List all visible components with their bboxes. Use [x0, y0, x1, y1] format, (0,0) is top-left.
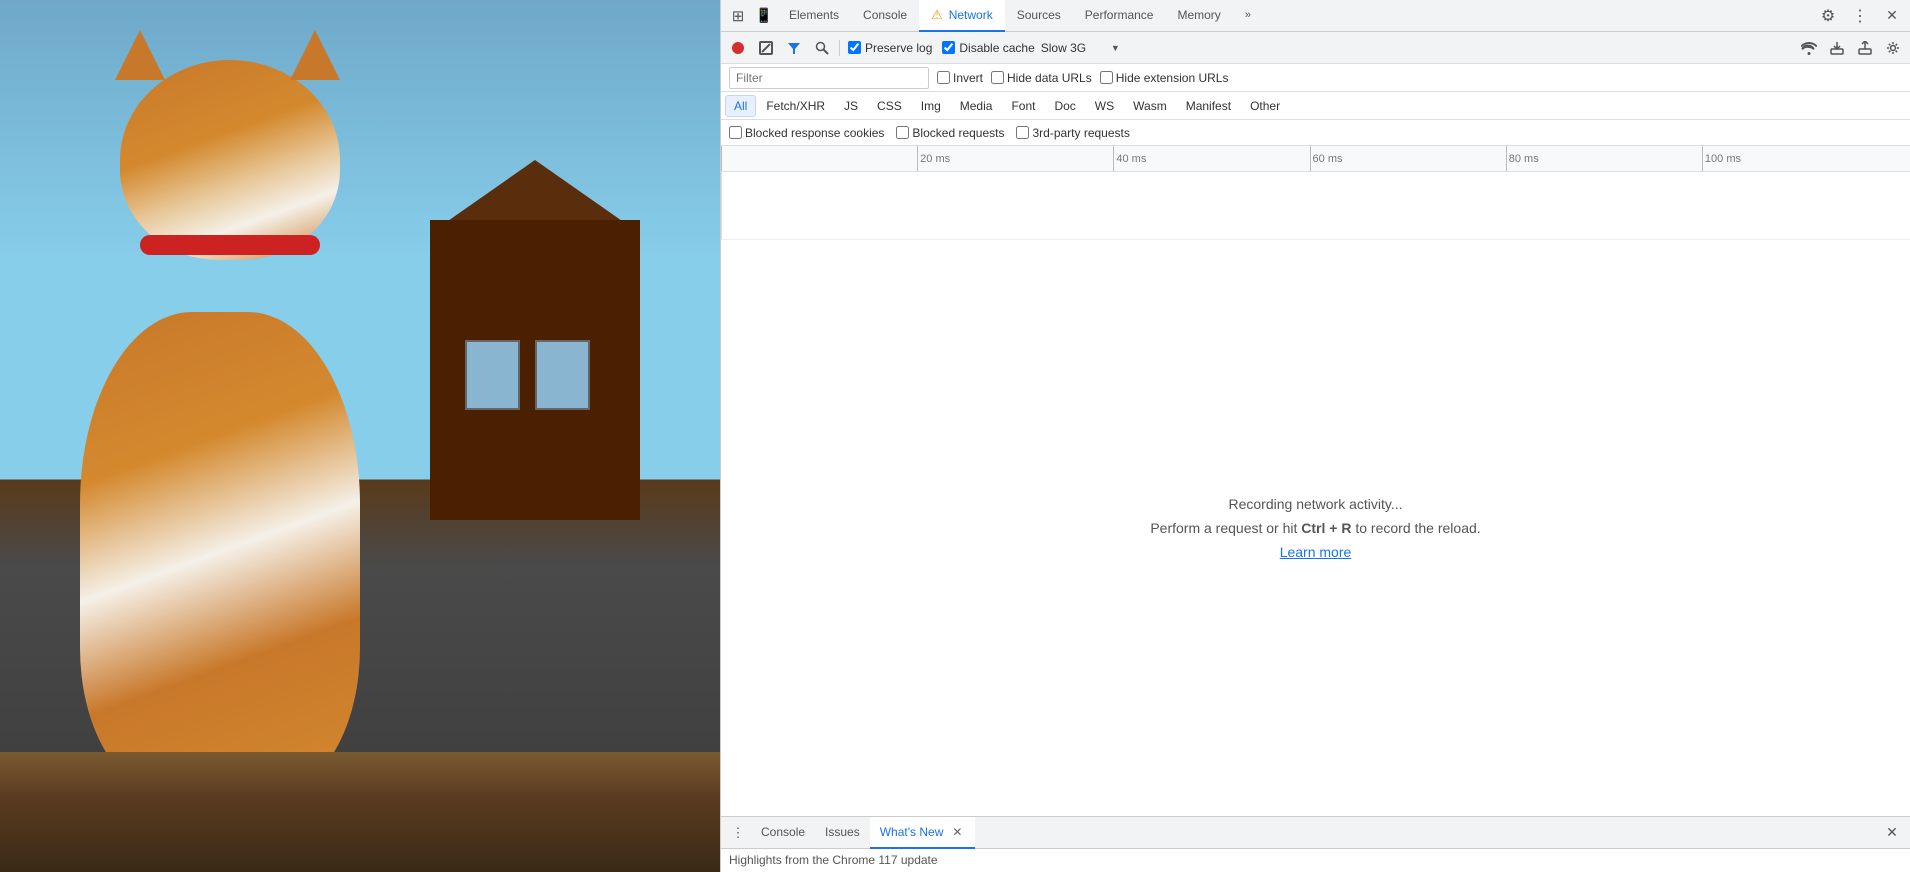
tab-console[interactable]: Console — [851, 0, 919, 32]
more-options-button[interactable]: ⋮ — [1846, 2, 1874, 30]
timeline-tick: 20 ms — [917, 146, 950, 171]
throttle-select-input[interactable]: No throttling Fast 3G Slow 3G Offline — [1041, 41, 1120, 55]
export-har-button[interactable] — [1852, 35, 1878, 61]
type-filter-wasm[interactable]: Wasm — [1124, 95, 1176, 117]
settings-button[interactable]: ⚙ — [1814, 2, 1842, 30]
filter-input[interactable] — [729, 67, 929, 89]
toolbar-right-actions — [1796, 35, 1906, 61]
disable-cache-checkbox[interactable] — [942, 41, 955, 54]
request-filter-bar: Blocked response cookies Blocked requests… — [721, 120, 1910, 146]
hide-extension-urls-checkbox[interactable] — [1100, 71, 1113, 84]
network-empty-state: Recording network activity... Perform a … — [721, 240, 1910, 816]
tab-more[interactable]: » — [1233, 0, 1263, 32]
type-filter-manifest[interactable]: Manifest — [1177, 95, 1240, 117]
tab-elements[interactable]: Elements — [777, 0, 851, 32]
type-filter-doc[interactable]: Doc — [1045, 95, 1084, 117]
tab-memory[interactable]: Memory — [1165, 0, 1232, 32]
record-button[interactable] — [725, 35, 751, 61]
type-filter-media[interactable]: Media — [951, 95, 1002, 117]
req-filter-blocked-response-cookies[interactable]: Blocked response cookies — [729, 126, 884, 140]
timeline-tick: 40 ms — [1113, 146, 1146, 171]
type-filter-ws[interactable]: WS — [1086, 95, 1123, 117]
warning-icon: ⚠ — [931, 7, 943, 23]
invert-checkbox-label[interactable]: Invert — [937, 71, 983, 85]
timeline-tick: 60 ms — [1310, 146, 1343, 171]
invert-checkbox[interactable] — [937, 71, 950, 84]
close-devtools-button[interactable]: ✕ — [1878, 2, 1906, 30]
filter-button[interactable] — [781, 35, 807, 61]
preserve-log-checkbox-label[interactable]: Preserve log — [844, 41, 936, 55]
preserve-log-checkbox[interactable] — [848, 41, 861, 54]
stop-button[interactable] — [753, 35, 779, 61]
type-filter-other[interactable]: Other — [1241, 95, 1289, 117]
timeline-tick: 80 ms — [1506, 146, 1539, 171]
network-toolbar: Preserve log Disable cache No throttling… — [721, 32, 1910, 64]
timeline-tick: 100 ms — [1702, 146, 1741, 171]
bottom-tab-console[interactable]: Console — [751, 817, 815, 849]
type-filter-js[interactable]: JS — [835, 95, 867, 117]
request-hint-text: Perform a request or hit Ctrl + R to rec… — [1150, 520, 1480, 536]
search-button[interactable] — [809, 35, 835, 61]
timeline-header: 20 ms 40 ms 60 ms 80 ms 100 ms — [721, 146, 1910, 172]
tab-sources[interactable]: Sources — [1005, 0, 1073, 32]
bottom-tab-bar: ⋮ Console Issues What's New ✕ ✕ — [721, 817, 1910, 849]
type-filter-font[interactable]: Font — [1002, 95, 1044, 117]
devtools-tab-bar: ⊞ 📱 Elements Console ⚠ Network Sources P… — [721, 0, 1910, 32]
devtools-tab-actions: ⚙ ⋮ ✕ — [1814, 2, 1906, 30]
bottom-content-area: Highlights from the Chrome 117 update — [721, 849, 1910, 872]
hide-extension-urls-checkbox-label[interactable]: Hide extension URLs — [1100, 71, 1229, 85]
tab-network[interactable]: ⚠ Network — [919, 0, 1005, 32]
bottom-content-text: Highlights from the Chrome 117 update — [729, 853, 938, 867]
req-filter-3rd-party-requests[interactable]: 3rd-party requests — [1016, 126, 1129, 140]
throttle-selector[interactable]: No throttling Fast 3G Slow 3G Offline ▼ — [1041, 41, 1120, 55]
import-har-button[interactable] — [1824, 35, 1850, 61]
type-filter-fetch-xhr[interactable]: Fetch/XHR — [757, 95, 834, 117]
bottom-panel: ⋮ Console Issues What's New ✕ ✕ Highligh… — [721, 816, 1910, 872]
keyboard-shortcut: Ctrl + R — [1301, 520, 1351, 536]
page-preview — [0, 0, 720, 872]
waterfall-area — [721, 172, 1910, 240]
type-filter-bar: AllFetch/XHRJSCSSImgMediaFontDocWSWasmMa… — [721, 92, 1910, 120]
toolbar-separator-1 — [839, 40, 840, 56]
learn-more-link[interactable]: Learn more — [1280, 544, 1352, 560]
filter-bar: Invert Hide data URLs Hide extension URL… — [721, 64, 1910, 92]
devtools-panel: ⊞ 📱 Elements Console ⚠ Network Sources P… — [720, 0, 1910, 872]
type-filter-all[interactable]: All — [725, 95, 756, 117]
bottom-menu-icon[interactable]: ⋮ — [725, 820, 751, 846]
network-settings-button[interactable] — [1880, 35, 1906, 61]
bottom-tab-whats-new[interactable]: What's New ✕ — [870, 817, 976, 849]
type-filter-img[interactable]: Img — [912, 95, 950, 117]
disable-cache-checkbox-label[interactable]: Disable cache — [938, 41, 1038, 55]
close-bottom-panel-button[interactable]: ✕ — [1878, 819, 1906, 847]
hide-data-urls-checkbox[interactable] — [991, 71, 1004, 84]
close-whats-new-tab[interactable]: ✕ — [949, 824, 965, 840]
type-filter-css[interactable]: CSS — [868, 95, 911, 117]
filter-options: Invert Hide data URLs Hide extension URL… — [937, 71, 1228, 85]
inspect-element-icon[interactable]: ⊞ — [725, 3, 751, 29]
device-toolbar-icon[interactable]: 📱 — [751, 3, 777, 29]
close-bottom-panel: ✕ — [1878, 819, 1906, 847]
bottom-tab-issues[interactable]: Issues — [815, 817, 870, 849]
hide-data-urls-checkbox-label[interactable]: Hide data URLs — [991, 71, 1092, 85]
network-conditions-button[interactable] — [1796, 35, 1822, 61]
tab-performance[interactable]: Performance — [1073, 0, 1166, 32]
req-filter-blocked-requests[interactable]: Blocked requests — [896, 126, 1004, 140]
recording-text: Recording network activity... — [1228, 496, 1402, 512]
